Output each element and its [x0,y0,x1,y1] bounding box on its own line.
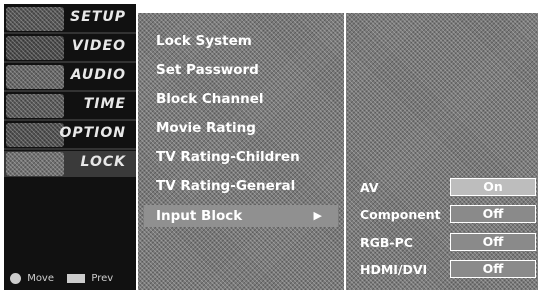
sidebar-divider [4,148,136,150]
input-label-component: Component [360,207,441,222]
category-sidebar: SETUP VIDEO AUDIO TIME OPTION LOCK Move … [4,4,136,290]
input-label-rgb-pc: RGB-PC [360,235,413,250]
menu-item-lock-system[interactable]: Lock System [156,33,252,49]
navigation-hint: Move Prev [10,272,114,285]
menu-item-tv-rating-children[interactable]: TV Rating-Children [156,149,300,165]
menu-item-set-password[interactable]: Set Password [156,62,259,78]
input-label-hdmi-dvi: HDMI/DVI [360,262,428,277]
menu-item-label: Input Block [156,208,243,224]
input-value-hdmi-dvi[interactable]: Off [450,260,536,278]
video-thumb-icon [6,36,64,60]
move-label: Move [27,272,55,284]
menu-button-icon [67,273,86,283]
sidebar-item-video[interactable]: VIDEO [4,35,136,61]
sidebar-divider [4,119,136,121]
lock-thumb-icon [6,152,64,176]
sidebar-item-time[interactable]: TIME [4,93,136,119]
move-icon [10,272,21,284]
menu-item-movie-rating[interactable]: Movie Rating [156,120,256,136]
sidebar-divider [4,61,136,63]
tv-lock-menu-screen: SETUP VIDEO AUDIO TIME OPTION LOCK Move … [0,0,542,294]
setup-thumb-icon [6,7,64,31]
sidebar-item-audio[interactable]: AUDIO [4,64,136,90]
input-value-component[interactable]: Off [450,205,536,223]
input-value-av[interactable]: On [450,178,536,196]
time-thumb-icon [6,94,64,118]
sidebar-item-option[interactable]: OPTION [4,122,136,148]
input-value-rgb-pc[interactable]: Off [450,233,536,251]
audio-thumb-icon [6,65,64,89]
input-block-panel: AV On Component Off RGB-PC Off HDMI/DVI … [346,13,538,290]
sidebar-item-label: OPTION [59,125,126,141]
sidebar-item-label: VIDEO [71,38,126,54]
option-thumb-icon [6,123,64,147]
sidebar-item-label: SETUP [70,9,126,25]
sidebar-item-label: TIME [83,96,126,112]
prev-label: Prev [91,272,114,284]
sidebar-item-label: LOCK [80,154,126,170]
sidebar-item-lock[interactable]: LOCK [4,151,136,177]
arrow-right-icon: ▶ [313,209,322,222]
sidebar-item-setup[interactable]: SETUP [4,6,136,32]
menu-item-block-channel[interactable]: Block Channel [156,91,264,107]
menu-item-tv-rating-general[interactable]: TV Rating-General [156,178,295,194]
sidebar-item-label: AUDIO [70,67,126,83]
input-label-av: AV [360,180,379,195]
sidebar-divider [4,90,136,92]
lock-submenu: Lock System Set Password Block Channel M… [138,13,344,290]
sidebar-divider [4,32,136,34]
menu-item-input-block[interactable]: Input Block ▶ [144,205,338,227]
